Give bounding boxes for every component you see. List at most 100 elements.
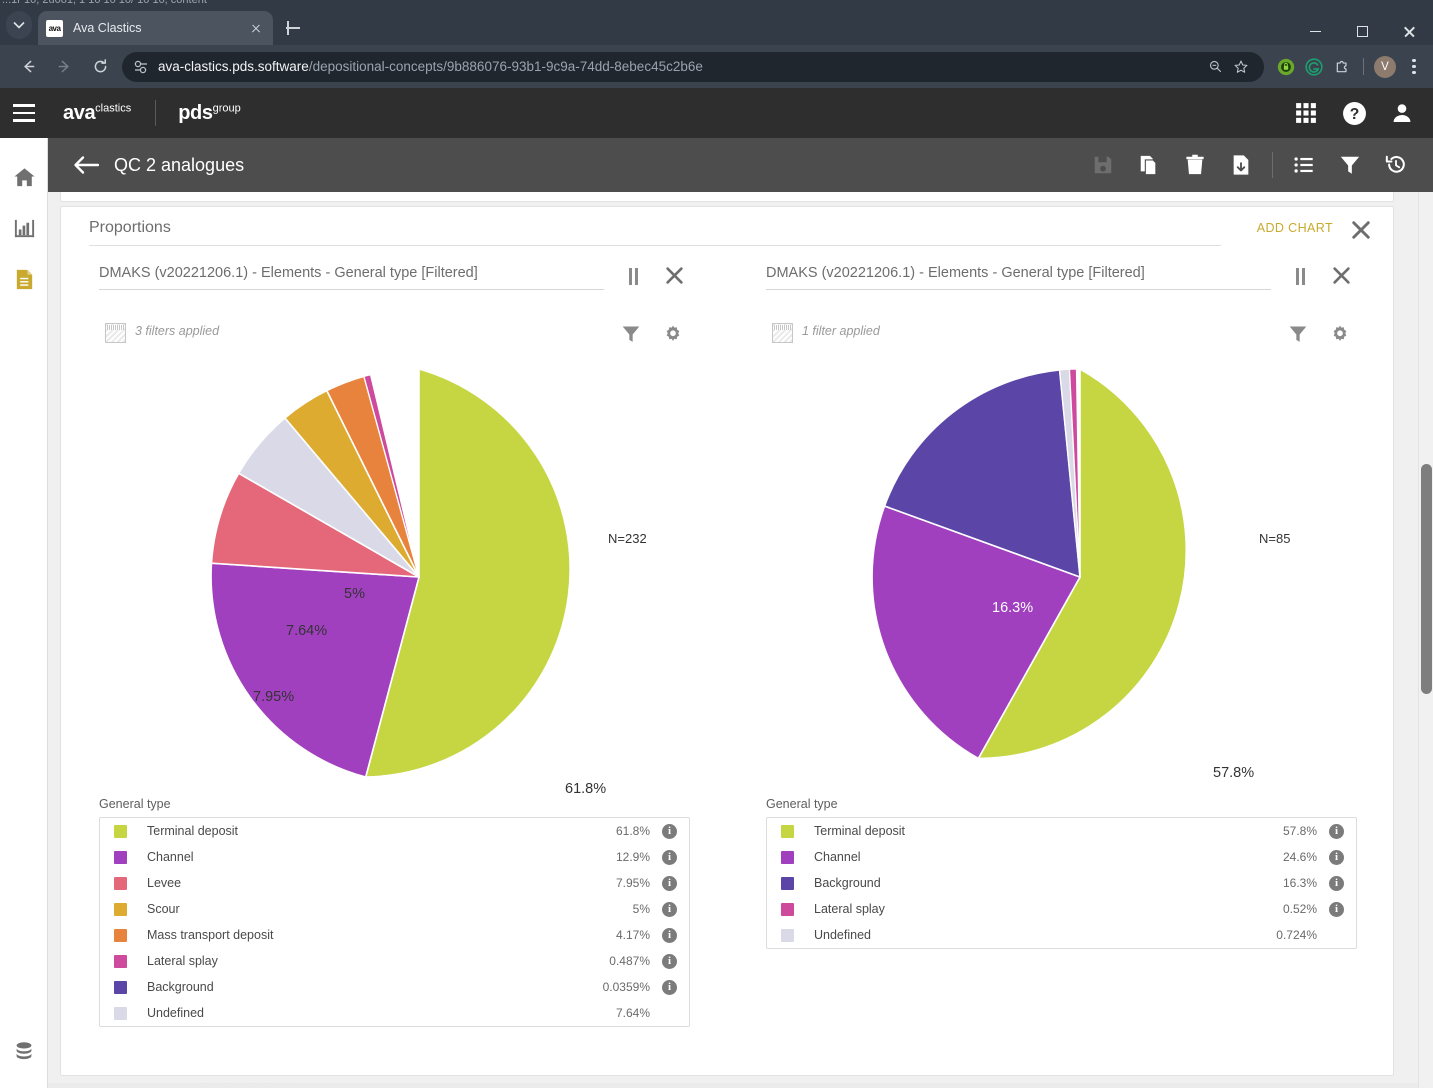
sidebar-item-database[interactable] (0, 1030, 48, 1074)
info-icon[interactable]: i (1329, 875, 1344, 891)
legend-row[interactable]: Background 0.0359% i (100, 974, 689, 1000)
add-chart-button[interactable]: ADD CHART (1257, 221, 1333, 235)
delete-button[interactable] (1172, 138, 1218, 192)
apps-grid-icon[interactable] (1293, 100, 1319, 126)
info-icon[interactable]: i (662, 927, 677, 943)
pause-sync-button[interactable] (622, 265, 644, 287)
pane-settings-button[interactable] (660, 321, 686, 347)
info-icon[interactable]: i (1329, 849, 1344, 865)
copy-button[interactable] (1126, 138, 1172, 192)
pane-dataset-name[interactable]: DMAKS (v20221206.1) - Elements - General… (766, 265, 1271, 290)
legend-label: Undefined (814, 928, 871, 942)
extensions-puzzle-icon[interactable] (1328, 53, 1356, 81)
pane-settings-button[interactable] (1327, 321, 1353, 347)
pane-filter-summary: 1 filter applied (766, 321, 1357, 355)
page-toolbar: QC 2 analogues (48, 138, 1433, 192)
brand-pds-group: pdsgroup (178, 101, 241, 124)
pie-chart-right[interactable]: 57.8% 24.6% 16.3% N=85 (766, 355, 1357, 795)
site-settings-icon[interactable] (132, 58, 150, 76)
legend-value: 4.17% (615, 928, 650, 942)
lock-extension-icon[interactable] (1272, 53, 1300, 81)
filter-button[interactable] (1327, 138, 1373, 192)
list-view-button[interactable] (1281, 138, 1327, 192)
legend-color-swatch (781, 928, 794, 942)
zoom-icon[interactable] (1202, 54, 1228, 80)
tab-search-button[interactable] (6, 11, 32, 39)
pause-sync-button[interactable] (1289, 265, 1311, 287)
slice-label-channel: 12.9% (279, 788, 320, 795)
profile-avatar[interactable]: V (1371, 53, 1399, 81)
back-icon[interactable] (10, 49, 46, 85)
legend-row[interactable]: Background 16.3% i (767, 870, 1356, 896)
help-icon[interactable]: ? (1341, 100, 1367, 126)
tab-title: Ava Clastics (73, 21, 142, 35)
hamburger-icon[interactable] (0, 88, 48, 138)
save-button[interactable] (1080, 138, 1126, 192)
legend-color-swatch (114, 824, 127, 838)
chart-pane-right: DMAKS (v20221206.1) - Elements - General… (728, 255, 1395, 1027)
copy-icon (1140, 155, 1157, 176)
forward-icon[interactable] (46, 49, 82, 85)
legend-row[interactable]: Channel 12.9% i (100, 844, 689, 870)
brand-divider (155, 100, 157, 126)
legend-color-swatch (114, 954, 127, 968)
info-icon[interactable]: i (662, 849, 677, 865)
legend-color-swatch (114, 876, 127, 890)
close-icon (665, 266, 683, 284)
back-button[interactable] (64, 138, 108, 192)
page-title: QC 2 analogues (114, 154, 245, 175)
new-tab-button[interactable] (281, 16, 305, 40)
legend-row[interactable]: Terminal deposit 61.8% i (100, 818, 689, 844)
pane-dataset-name[interactable]: DMAKS (v20221206.1) - Elements - General… (99, 265, 604, 290)
pane-filter-button[interactable] (1285, 321, 1311, 347)
info-icon[interactable]: i (662, 823, 677, 839)
pane-close-button[interactable] (662, 263, 686, 287)
legend-label: Background (147, 980, 214, 994)
grammarly-icon[interactable] (1300, 53, 1328, 81)
sidebar-item-home[interactable] (0, 152, 48, 202)
reload-icon[interactable] (82, 49, 118, 85)
history-button[interactable] (1373, 138, 1419, 192)
legend-value: 7.64% (615, 1006, 650, 1020)
pane-close-button[interactable] (1329, 263, 1353, 287)
legend-row[interactable]: Mass transport deposit 4.17% i (100, 922, 689, 948)
card-close-button[interactable] (1347, 216, 1375, 244)
browser-tabstrip: ava Ava Clastics (0, 6, 1433, 45)
legend-row[interactable]: Terminal deposit 57.8% i (767, 818, 1356, 844)
browser-tab[interactable]: ava Ava Clastics (38, 11, 273, 45)
legend-row[interactable]: Scour 5% i (100, 896, 689, 922)
info-icon[interactable]: i (662, 953, 677, 969)
chart-panes: DMAKS (v20221206.1) - Elements - General… (61, 255, 1395, 1027)
slice-label-terminal-deposit: 57.8% (1213, 765, 1254, 781)
scrollbar-thumb[interactable] (1421, 464, 1432, 694)
legend-row[interactable]: Undefined0.724%i (767, 922, 1356, 948)
tab-close-icon[interactable] (247, 19, 265, 37)
n-label-right: N=85 (1259, 531, 1290, 546)
address-bar[interactable]: ava-clastics.pds.software/depositional-c… (122, 51, 1264, 82)
pie-chart-left[interactable]: 61.8% 12.9% 7.95% 7.64% 5% N=232 (99, 355, 690, 795)
sidebar-item-document[interactable] (0, 254, 48, 304)
legend-row[interactable]: Channel 24.6% i (767, 844, 1356, 870)
export-download-icon (1233, 155, 1249, 175)
list-view-icon (1294, 157, 1313, 173)
filter-icon (1289, 326, 1307, 342)
info-icon[interactable]: i (662, 901, 677, 917)
legend-row[interactable]: Undefined7.64%i (100, 1000, 689, 1026)
legend-label: Lateral splay (147, 954, 218, 968)
info-icon[interactable]: i (1329, 901, 1344, 917)
sidebar-item-analytics[interactable] (0, 203, 48, 253)
legend-label: Mass transport deposit (147, 928, 274, 942)
vertical-scrollbar[interactable] (1418, 192, 1433, 1088)
info-icon[interactable]: i (662, 979, 677, 995)
legend-row[interactable]: Lateral splay 0.487% i (100, 948, 689, 974)
user-account-icon[interactable] (1389, 100, 1415, 126)
export-button[interactable] (1218, 138, 1264, 192)
legend-row[interactable]: Lateral splay 0.52% i (767, 896, 1356, 922)
bookmark-star-icon[interactable] (1228, 54, 1254, 80)
info-icon[interactable]: i (662, 875, 677, 891)
legend-row[interactable]: Levee 7.95% i (100, 870, 689, 896)
browser-menu-icon[interactable] (1399, 53, 1429, 81)
pane-filter-button[interactable] (618, 321, 644, 347)
info-icon[interactable]: i (1329, 823, 1344, 839)
slice-label-channel: 24.6% (921, 773, 962, 789)
